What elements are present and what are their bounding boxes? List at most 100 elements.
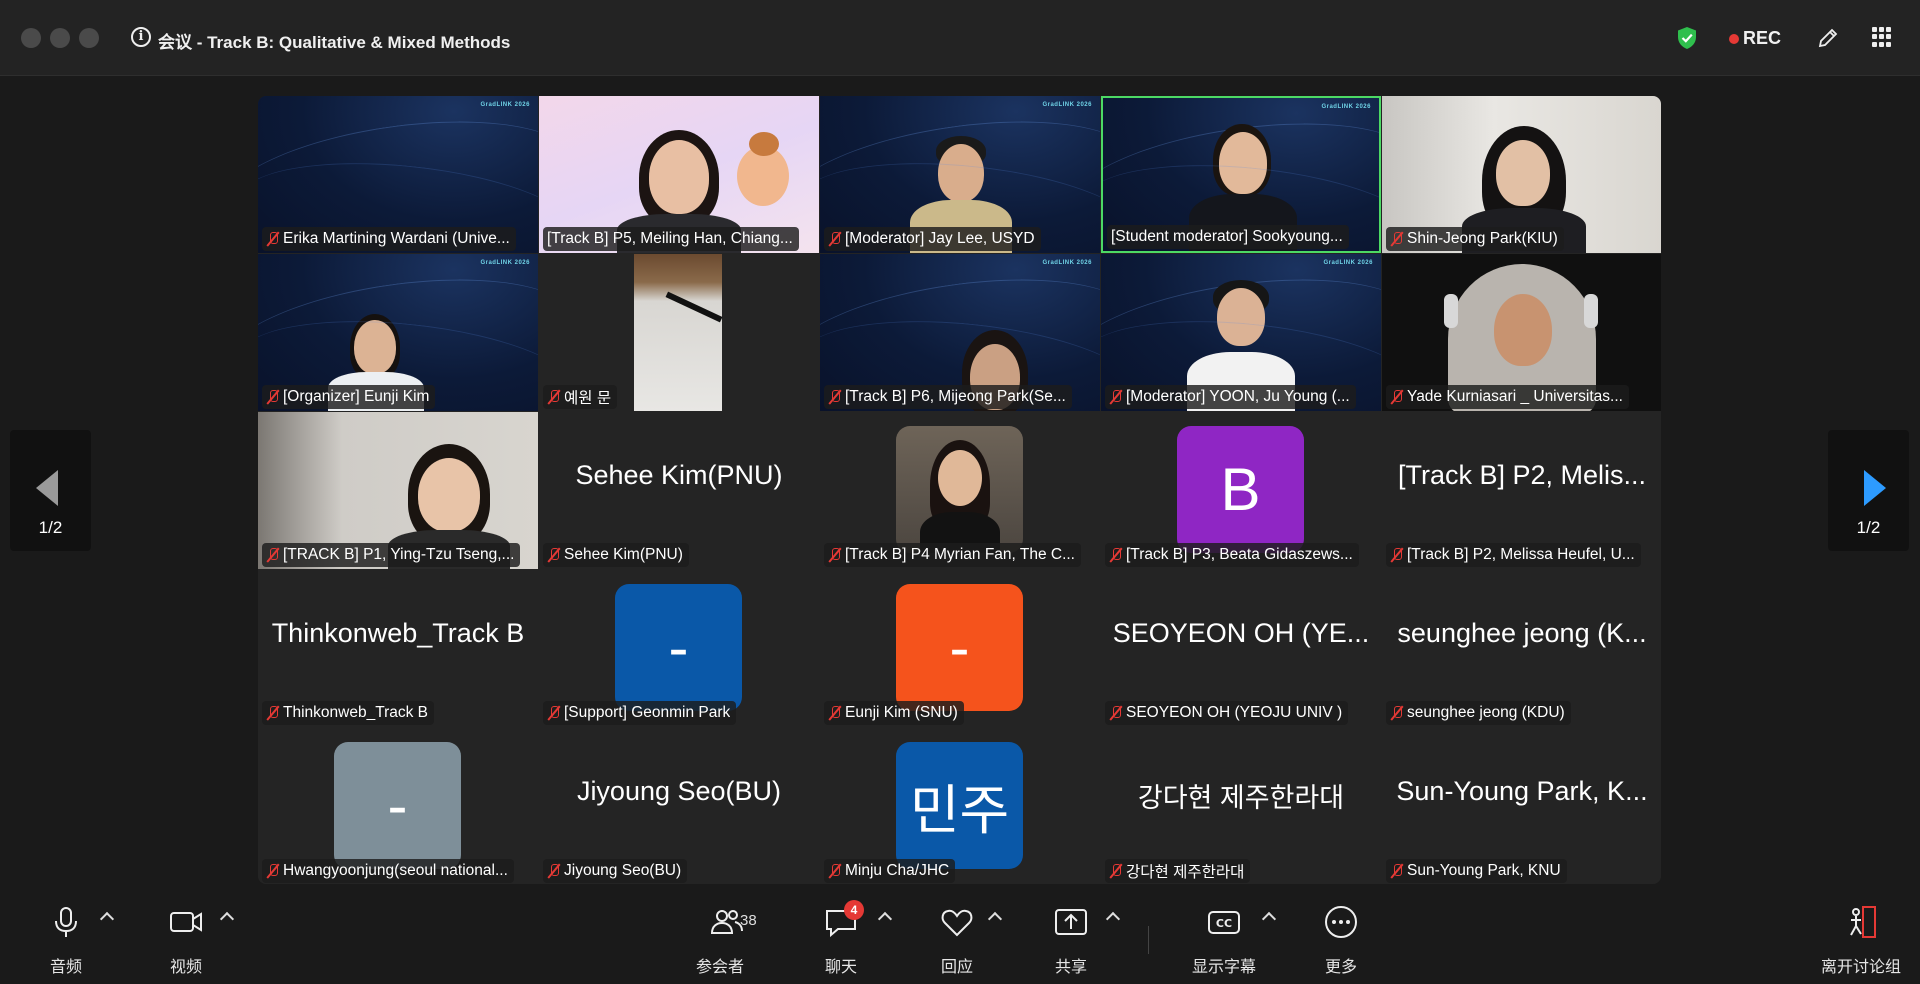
mic-muted-icon bbox=[828, 705, 842, 721]
share-button[interactable]: 共享 bbox=[1048, 904, 1094, 979]
video-options-caret[interactable] bbox=[219, 911, 235, 927]
participant-name-tag: Thinkonweb_Track B bbox=[262, 701, 435, 725]
shield-icon[interactable] bbox=[1676, 26, 1698, 50]
close-window-button[interactable] bbox=[21, 28, 41, 48]
video-tile[interactable]: SEOYEON OH (YE... SEOYEON OH (YEOJU UNIV… bbox=[1101, 570, 1381, 727]
reactions-button[interactable]: 回应 bbox=[934, 904, 980, 979]
audio-options-caret[interactable] bbox=[99, 911, 115, 927]
video-button[interactable]: 视频 bbox=[160, 904, 212, 979]
video-tile[interactable]: Sun-Young Park, K... Sun-Young Park, KNU bbox=[1382, 728, 1661, 884]
mic-muted-icon bbox=[1390, 863, 1404, 879]
participant-name-tag: [TRACK B] P1, Ying-Tzu Tseng,... bbox=[262, 543, 521, 567]
participant-name-tag: Eunji Kim (SNU) bbox=[824, 701, 964, 725]
participant-name-tag: [Track B] P2, Melissa Heufel, U... bbox=[1386, 543, 1641, 567]
video-tile[interactable]: [Track B] P5, Meiling Han, Chiang... bbox=[539, 96, 819, 253]
participant-name-tag: Sun-Young Park, KNU bbox=[1386, 859, 1567, 883]
conference-logo: GradLINK 2026 bbox=[1042, 260, 1092, 266]
active-speaker-video-tile[interactable]: GradLINK 2026 [Student moderator] Sookyo… bbox=[1101, 96, 1381, 253]
arrow-left-icon bbox=[36, 470, 58, 506]
participant-name-tag: [Student moderator] Sookyoung... bbox=[1107, 225, 1349, 249]
video-tile[interactable]: Jiyoung Seo(BU) Jiyoung Seo(BU) bbox=[539, 728, 819, 884]
participants-label: 参会者 bbox=[695, 959, 744, 976]
video-tile[interactable]: Shin-Jeong Park(KIU) bbox=[1382, 96, 1661, 253]
reactions-options-caret[interactable] bbox=[987, 911, 1003, 927]
video-tile[interactable]: [Track B] P4 Myrian Fan, The C... bbox=[820, 412, 1100, 569]
video-tile[interactable]: GradLINK 2026 [Track B] P6, Mijeong Park… bbox=[820, 254, 1100, 411]
video-tile[interactable]: GradLINK 2026 [Organizer] Eunji Kim bbox=[258, 254, 538, 411]
page-indicator: 1/2 bbox=[1856, 518, 1881, 537]
participant-name-tag: SEOYEON OH (YEOJU UNIV ) bbox=[1105, 701, 1349, 725]
page-indicator: 1/2 bbox=[38, 518, 63, 537]
avatar: 민주 bbox=[896, 742, 1023, 869]
leave-room-icon bbox=[1850, 906, 1876, 938]
mic-muted-icon bbox=[1390, 231, 1404, 247]
chat-options-caret[interactable] bbox=[877, 911, 893, 927]
share-options-caret[interactable] bbox=[1105, 911, 1121, 927]
participant-display-name: seunghee jeong (K... bbox=[1397, 618, 1647, 648]
video-tile[interactable]: 강다현 제주한라대 강다현 제주한라대 bbox=[1101, 728, 1381, 884]
recording-label[interactable]: REC bbox=[1743, 28, 1781, 49]
video-tile[interactable]: Sehee Kim(PNU) Sehee Kim(PNU) bbox=[539, 412, 819, 569]
video-tile[interactable]: seunghee jeong (K... seunghee jeong (KDU… bbox=[1382, 570, 1661, 727]
chat-label: 聊天 bbox=[824, 959, 857, 976]
chat-button[interactable]: 4 聊天 bbox=[818, 900, 864, 979]
video-tile[interactable]: - Eunji Kim (SNU) bbox=[820, 570, 1100, 727]
video-tile[interactable]: GradLINK 2026 [Moderator] Jay Lee, USYD bbox=[820, 96, 1100, 253]
minimize-window-button[interactable] bbox=[50, 28, 70, 48]
mic-muted-icon bbox=[266, 547, 280, 563]
participants-button[interactable]: 38 参会者 bbox=[690, 904, 757, 979]
previous-page-button[interactable]: 1/2 bbox=[10, 430, 91, 551]
gallery-view-icon[interactable] bbox=[1872, 27, 1892, 47]
video-tile[interactable]: 민주 Minju Cha/JHC bbox=[820, 728, 1100, 884]
mic-muted-icon bbox=[1390, 547, 1404, 563]
avatar: - bbox=[334, 742, 461, 869]
avatar: - bbox=[896, 584, 1023, 711]
captions-label: 显示字幕 bbox=[1191, 959, 1256, 976]
meeting-toolbar: 音频 视频 38 参会者 4 聊天 回应 共享 CC 显示字幕 更多 离开讨论组 bbox=[0, 894, 1920, 984]
participant-face bbox=[354, 320, 396, 374]
participant-name-tag: [Moderator] Jay Lee, USYD bbox=[824, 227, 1041, 251]
more-button[interactable]: 更多 bbox=[1318, 904, 1364, 979]
participant-face bbox=[1219, 132, 1267, 194]
conference-logo: GradLINK 2026 bbox=[480, 102, 530, 108]
zoom-window-button[interactable] bbox=[79, 28, 99, 48]
participant-name-tag: [Moderator] YOON, Ju Young (... bbox=[1105, 385, 1356, 409]
leave-breakout-room-button[interactable]: 离开讨论组 bbox=[1818, 904, 1904, 979]
captions-button[interactable]: CC 显示字幕 bbox=[1190, 904, 1258, 979]
participant-name-tag: Minju Cha/JHC bbox=[824, 859, 956, 883]
info-icon[interactable]: i bbox=[131, 27, 151, 47]
participant-display-name: [Track B] P2, Melis... bbox=[1397, 460, 1647, 490]
audio-button[interactable]: 音频 bbox=[40, 904, 92, 979]
participant-face bbox=[970, 344, 1020, 410]
mic-muted-icon bbox=[1109, 547, 1123, 563]
next-page-button[interactable]: 1/2 bbox=[1828, 430, 1909, 551]
avatar: - bbox=[615, 584, 742, 711]
annotate-pen-icon[interactable] bbox=[1816, 26, 1840, 50]
recording-indicator-icon bbox=[1729, 34, 1739, 44]
video-tile[interactable]: 예원 문 bbox=[539, 254, 819, 411]
title-bar: i 会议 - Track B: Qualitative & Mixed Meth… bbox=[0, 0, 1920, 76]
video-tile[interactable]: GradLINK 2026 [Moderator] YOON, Ju Young… bbox=[1101, 254, 1381, 411]
participant-name-tag: 예원 문 bbox=[543, 385, 618, 409]
mic-muted-icon bbox=[1390, 705, 1404, 721]
participant-name-tag: Erika Martining Wardani (Unive... bbox=[262, 227, 516, 251]
arrow-right-icon bbox=[1864, 470, 1886, 506]
captions-options-caret[interactable] bbox=[1261, 911, 1277, 927]
mic-muted-icon bbox=[828, 231, 842, 247]
video-tile[interactable]: GradLINK 2026 Erika Martining Wardani (U… bbox=[258, 96, 538, 253]
video-tile[interactable]: [TRACK B] P1, Ying-Tzu Tseng,... bbox=[258, 412, 538, 569]
video-tile[interactable]: [Track B] P2, Melis... [Track B] P2, Mel… bbox=[1382, 412, 1661, 569]
participant-display-name: Sun-Young Park, K... bbox=[1396, 776, 1648, 806]
video-tile[interactable]: - Hwangyoonjung(seoul national... bbox=[258, 728, 538, 884]
participant-face bbox=[418, 458, 480, 532]
participant-display-name: 강다현 제주한라대 bbox=[1137, 783, 1345, 813]
video-tile[interactable]: - [Support] Geonmin Park bbox=[539, 570, 819, 727]
video-tile[interactable]: Yade Kurniasari _ Universitas... bbox=[1382, 254, 1661, 411]
video-camera-icon bbox=[170, 912, 202, 932]
share-screen-icon bbox=[1055, 909, 1087, 935]
video-tile[interactable]: Thinkonweb_Track B Thinkonweb_Track B bbox=[258, 570, 538, 727]
video-tile[interactable]: B [Track B] P3, Beata Gidaszews... bbox=[1101, 412, 1381, 569]
participant-name-tag: [Track B] P6, Mijeong Park(Se... bbox=[824, 385, 1072, 409]
participant-name-tag: 강다현 제주한라대 bbox=[1105, 859, 1251, 883]
participant-name-tag: [Organizer] Eunji Kim bbox=[262, 385, 436, 409]
